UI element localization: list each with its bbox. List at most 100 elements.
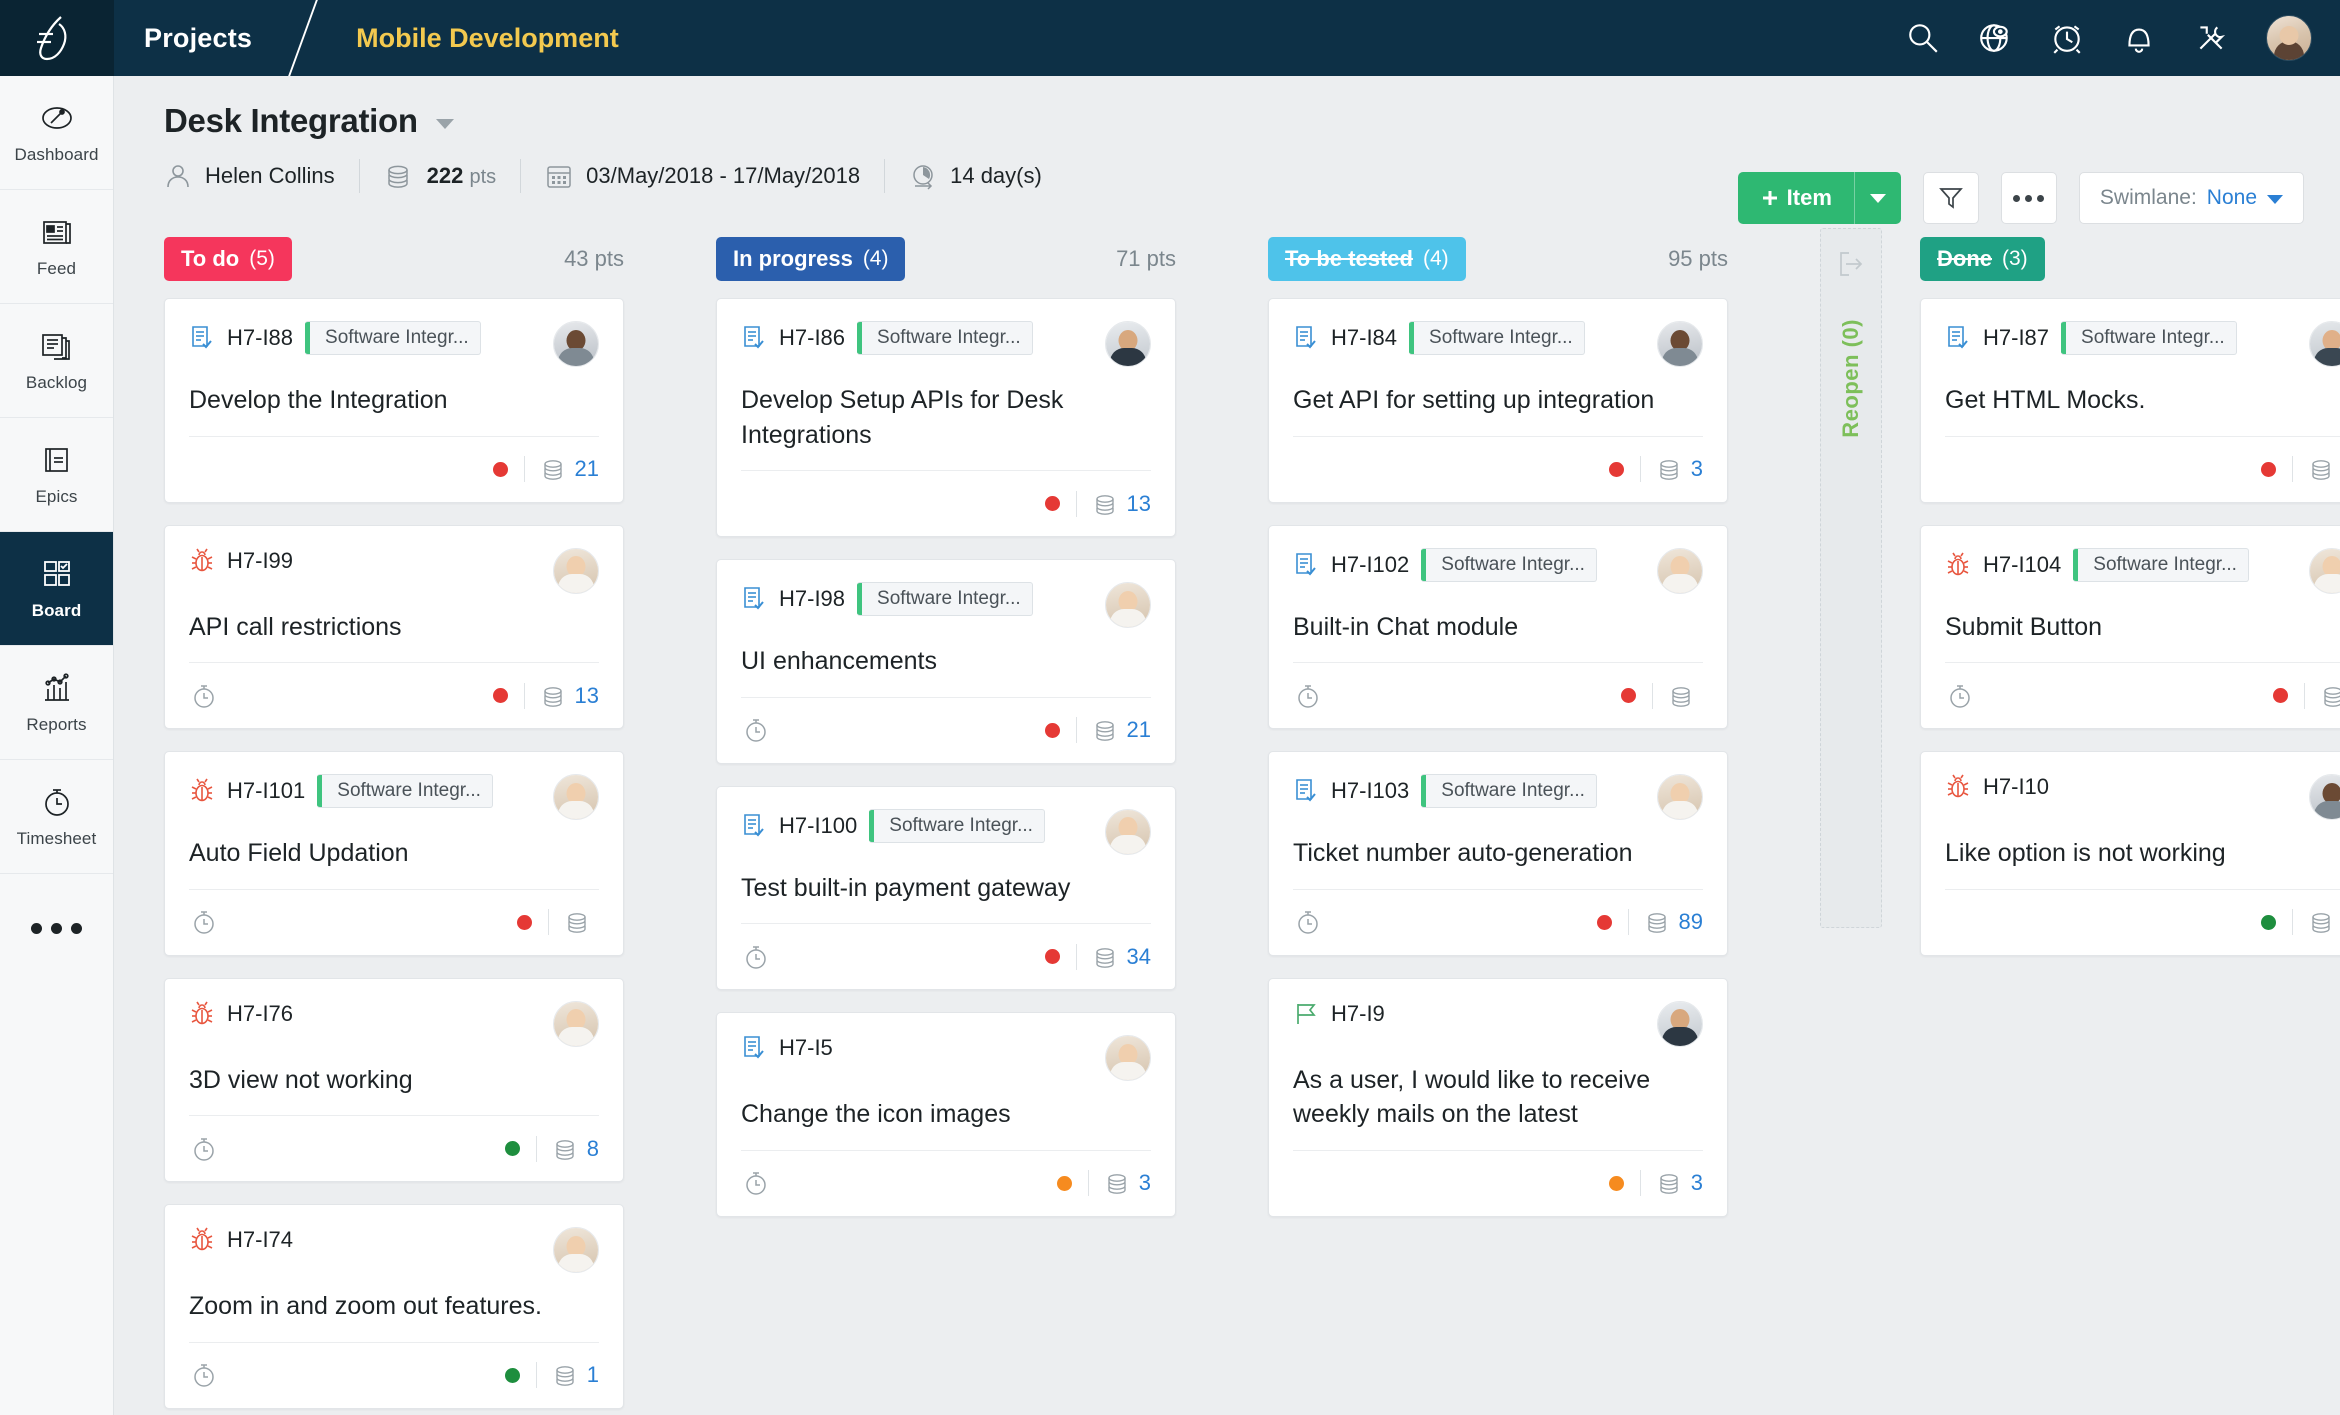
timer-stopwatch-icon[interactable] [189, 681, 219, 711]
timer-stopwatch-icon[interactable] [1945, 681, 1975, 711]
timer-stopwatch-icon[interactable] [189, 1134, 219, 1164]
card-assignee-avatar[interactable] [1657, 774, 1703, 820]
notification-bell-icon[interactable] [2122, 21, 2156, 55]
column-status-badge[interactable]: To be tested (4) [1268, 237, 1466, 281]
card-assignee-avatar[interactable] [1105, 808, 1151, 855]
card-tag[interactable]: Software Integr... [869, 808, 1045, 843]
card-points [2321, 684, 2340, 708]
board-card[interactable]: H7-I103 Software Integr... Ticket number… [1268, 751, 1728, 956]
card-assignee-avatar[interactable] [1105, 582, 1151, 628]
timesheet-stopwatch-icon [44, 789, 69, 816]
card-id: H7-I103 [1331, 778, 1410, 803]
tools-settings-icon[interactable] [2194, 21, 2228, 55]
card-assignee-avatar[interactable] [2309, 321, 2340, 367]
chevron-down-icon[interactable] [435, 119, 454, 129]
board-card[interactable]: H7-I87 Software Integr... Get HTML Mocks… [1920, 298, 2340, 503]
board-card[interactable]: H7-I101 Software Integr... Auto Field Up… [164, 751, 624, 956]
board-card[interactable]: H7-I84 Software Integr... Get API for se… [1268, 298, 1728, 503]
filter-button[interactable] [1922, 172, 1979, 224]
timer-stopwatch-icon[interactable] [189, 907, 219, 937]
alarm-clock-icon[interactable] [2050, 21, 2084, 55]
board-card[interactable]: H7-I88 Software Integr... Develop the In… [164, 298, 624, 503]
board-card[interactable]: H7-I99 API call restrictions 13 [164, 524, 624, 729]
card-assignee-avatar[interactable] [553, 1000, 599, 1047]
card-assignee-avatar[interactable] [1657, 321, 1703, 367]
timer-stopwatch-icon[interactable] [741, 942, 771, 972]
board-card[interactable]: H7-I10 Like option is not working [1920, 751, 2340, 956]
sidebar-more-button[interactable] [0, 874, 113, 982]
column-status-badge[interactable]: Done (3) [1920, 237, 2045, 281]
card-tag[interactable]: Software Integr... [1421, 547, 1597, 582]
board-toolbar: Item Swimlane: None [1737, 172, 2304, 224]
column-status-badge[interactable]: To do (5) [164, 237, 292, 281]
divider [535, 1362, 537, 1388]
swimlane-selector[interactable]: Swimlane: None [2078, 172, 2304, 224]
filter-funnel-icon [1939, 188, 1963, 209]
sidebar-label: Timesheet [16, 829, 97, 848]
card-assignee-avatar[interactable] [553, 774, 599, 820]
timer-stopwatch-icon[interactable] [1293, 907, 1323, 937]
card-assignee-avatar[interactable] [553, 321, 599, 367]
card-assignee-avatar[interactable] [1105, 321, 1151, 367]
board-card[interactable]: H7-I98 Software Integr... UI enhancement… [716, 559, 1176, 764]
card-tag[interactable]: Software Integr... [1421, 774, 1597, 808]
add-item-button[interactable]: Item [1737, 172, 1901, 224]
timer-stopwatch-icon[interactable] [189, 1360, 219, 1390]
sidebar-item-backlog[interactable]: Backlog [0, 304, 113, 418]
card-points-value: 13 [1126, 490, 1151, 516]
nav-projects-link[interactable]: Projects [144, 23, 252, 54]
card-tag[interactable]: Software Integr... [2073, 547, 2249, 582]
column-header: To be tested (4) 95 pts [1268, 220, 1728, 298]
nav-current-project[interactable]: Mobile Development [356, 23, 619, 54]
board-card[interactable]: H7-I104 Software Integr... Submit Button [1920, 524, 2340, 729]
board-card[interactable]: H7-I86 Software Integr... Develop Setup … [716, 298, 1176, 537]
card-tag[interactable]: Software Integr... [857, 321, 1033, 355]
board-more-button[interactable] [2000, 172, 2057, 224]
sidebar-item-dashboard[interactable]: Dashboard [0, 76, 113, 190]
add-item-main[interactable]: Item [1738, 172, 1854, 224]
card-assignee-avatar[interactable] [553, 547, 599, 594]
search-icon[interactable] [1906, 21, 1940, 55]
card-tag[interactable]: Software Integr... [305, 321, 481, 355]
card-id-row: H7-I86 Software Integr... [741, 321, 1105, 355]
card-tag[interactable]: Software Integr... [1409, 321, 1585, 355]
board-card[interactable]: H7-I74 Zoom in and zoom out features. 1 [164, 1204, 624, 1409]
user-avatar[interactable] [2266, 15, 2312, 61]
card-assignee-avatar[interactable] [1105, 1035, 1151, 1081]
card-assignee-avatar[interactable] [1657, 1000, 1703, 1047]
board-card[interactable]: H7-I5 Change the icon images 3 [716, 1012, 1176, 1217]
board-card[interactable]: H7-I76 3D view not working 8 [164, 977, 624, 1182]
card-assignee-avatar[interactable] [1657, 547, 1703, 594]
sidebar-item-epics[interactable]: Epics [0, 418, 113, 532]
card-tag[interactable]: Software Integr... [317, 774, 493, 808]
sidebar-item-timesheet[interactable]: Timesheet [0, 760, 113, 874]
card-assignee-avatar[interactable] [2309, 547, 2340, 594]
card-tag-label: Software Integr... [1429, 327, 1573, 348]
card-tag[interactable]: Software Integr... [2061, 321, 2237, 355]
app-logo[interactable] [0, 0, 114, 76]
board-card[interactable]: H7-I100 Software Integr... Test built-in… [716, 785, 1176, 990]
timer-stopwatch-icon[interactable] [741, 715, 771, 745]
reopen-dropzone[interactable]: Reopen (0) [1820, 228, 1882, 928]
card-assignee-avatar[interactable] [2309, 774, 2340, 820]
card-priority-dot [1621, 688, 1636, 703]
card-id: H7-I87 [1983, 325, 2050, 350]
sidebar-item-reports[interactable]: Reports [0, 646, 113, 760]
card-assignee-avatar[interactable] [553, 1227, 599, 1273]
add-item-dropdown[interactable] [1855, 172, 1901, 224]
sidebar-item-feed[interactable]: Feed [0, 190, 113, 304]
card-points-value: 3 [1690, 456, 1703, 481]
bug-icon [1947, 774, 1969, 798]
card-id-row: H7-I9 [1293, 1001, 1657, 1027]
timer-stopwatch-icon[interactable] [1293, 681, 1323, 711]
timer-stopwatch-icon[interactable] [741, 1168, 771, 1198]
board-card[interactable]: H7-I102 Software Integr... Built-in Chat… [1268, 524, 1728, 729]
board-card[interactable]: H7-I9 As a user, I would like to receive… [1268, 977, 1728, 1217]
column-status-badge[interactable]: In progress (4) [716, 237, 906, 281]
globe-eye-icon[interactable] [1978, 21, 2012, 55]
chevron-down-icon [1869, 193, 1886, 203]
card-tag[interactable]: Software Integr... [857, 582, 1033, 616]
card-top: H7-I76 [189, 1000, 599, 1047]
sidebar-item-board[interactable]: Board [0, 532, 113, 646]
card-points: 13 [541, 683, 599, 709]
